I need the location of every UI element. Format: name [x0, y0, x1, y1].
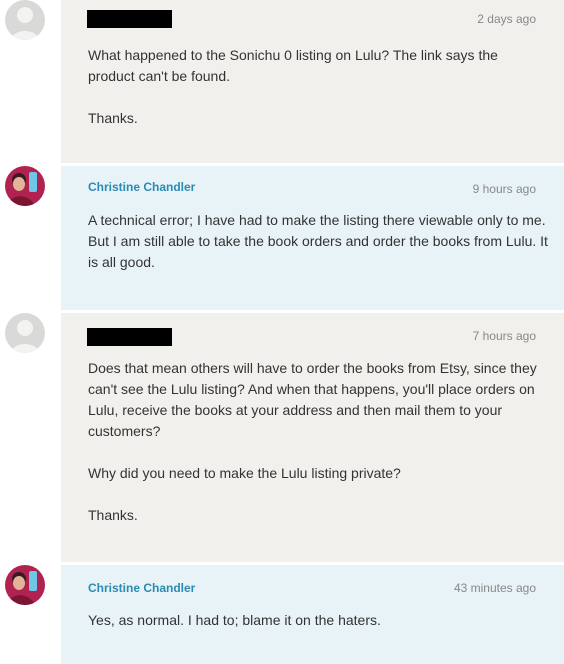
- message-paragraph: Why did you need to make the Lulu listin…: [88, 465, 401, 481]
- timestamp: 43 minutes ago: [453, 581, 536, 595]
- message-body: What happened to the Sonichu 0 listing o…: [88, 45, 548, 129]
- message: Christine Chandler 43 minutes ago Yes, a…: [0, 565, 564, 664]
- author-name-link[interactable]: Christine Chandler: [88, 581, 195, 595]
- message-paragraph: Thanks.: [88, 507, 138, 523]
- message-bubble: Christine Chandler 43 minutes ago Yes, a…: [61, 565, 564, 664]
- message-body: Does that mean others will have to order…: [88, 358, 548, 526]
- redacted-author-name: [87, 10, 172, 28]
- redacted-author-name: [87, 328, 172, 346]
- user-photo-avatar[interactable]: [5, 565, 45, 605]
- message: 7 hours ago Does that mean others will h…: [0, 313, 564, 562]
- message: 2 days ago What happened to the Sonichu …: [0, 0, 564, 163]
- message-bubble: Christine Chandler 9 hours ago A technic…: [61, 166, 564, 310]
- timestamp: 7 hours ago: [472, 329, 536, 343]
- message-body: Yes, as normal. I had to; blame it on th…: [88, 610, 548, 631]
- default-user-avatar-icon[interactable]: [5, 313, 45, 353]
- message-paragraph: What happened to the Sonichu 0 listing o…: [88, 47, 498, 84]
- user-photo-avatar[interactable]: [5, 166, 45, 206]
- default-user-avatar-icon[interactable]: [5, 0, 45, 40]
- message-body: A technical error; I have had to make th…: [88, 210, 548, 273]
- message-paragraph: Yes, as normal. I had to; blame it on th…: [88, 612, 381, 628]
- message: Christine Chandler 9 hours ago A technic…: [0, 166, 564, 310]
- message-paragraph: Thanks.: [88, 110, 138, 126]
- message-paragraph: A technical error; I have had to make th…: [88, 212, 548, 270]
- message-bubble: 2 days ago What happened to the Sonichu …: [61, 0, 564, 163]
- author-name-link[interactable]: Christine Chandler: [88, 180, 195, 194]
- message-bubble: 7 hours ago Does that mean others will h…: [61, 313, 564, 562]
- timestamp: 9 hours ago: [472, 182, 536, 196]
- timestamp: 2 days ago: [477, 12, 536, 26]
- message-paragraph: Does that mean others will have to order…: [88, 360, 537, 439]
